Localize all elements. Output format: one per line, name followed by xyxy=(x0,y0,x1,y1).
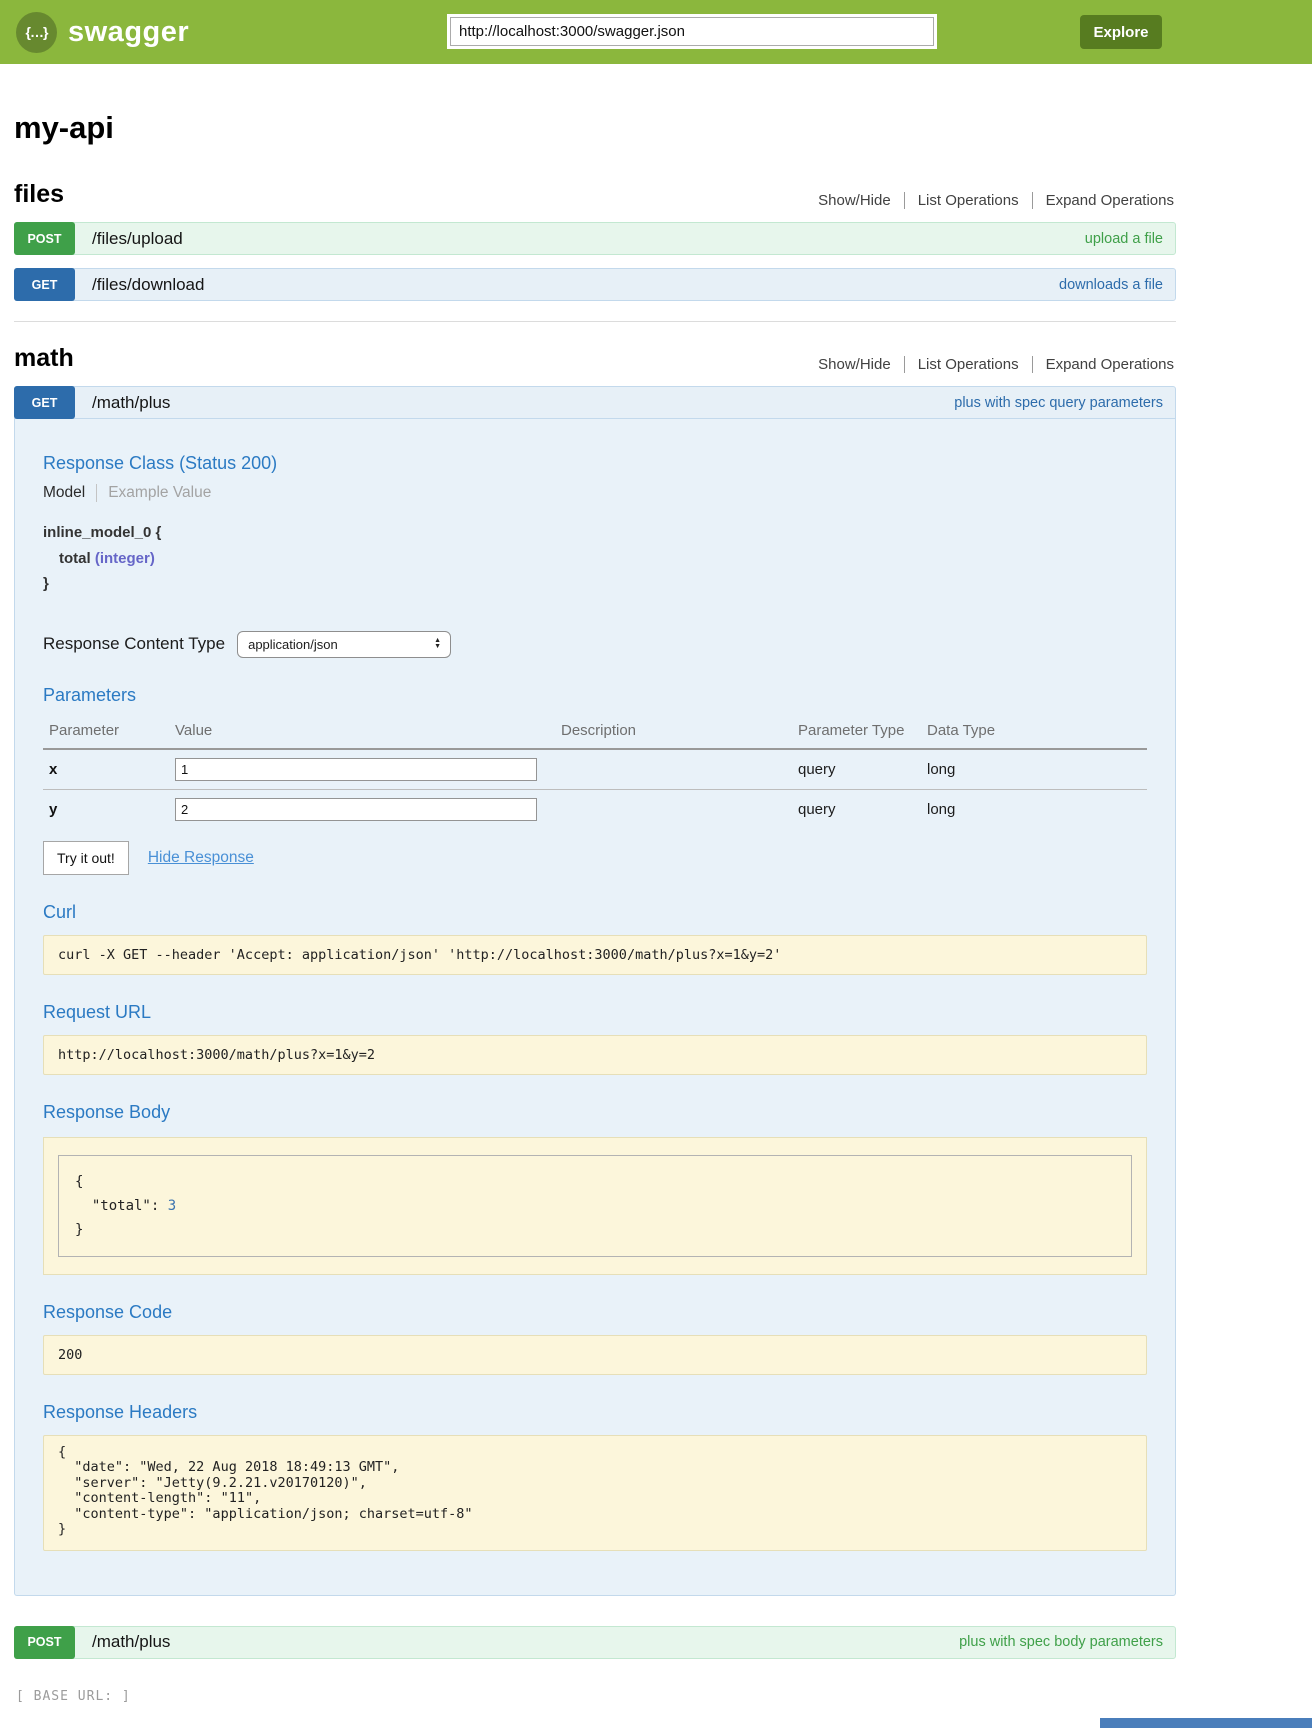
endpoint-row-files-download[interactable]: GET /files/download downloads a file xyxy=(14,268,1176,301)
parameter-type: query xyxy=(798,801,927,818)
actions-row: Try it out! Hide Response xyxy=(43,841,1147,875)
col-description: Description xyxy=(561,722,798,739)
operation-panel: Response Class (Status 200) Model Exampl… xyxy=(14,419,1176,1596)
parameter-type: query xyxy=(798,761,927,778)
data-type: long xyxy=(927,801,1147,818)
spec-url-field-wrap xyxy=(447,14,937,49)
col-value: Value xyxy=(175,722,561,739)
files-section-header: files Show/Hide List Operations Expand O… xyxy=(14,180,1176,209)
curl-command-block: curl -X GET --header 'Accept: applicatio… xyxy=(43,935,1147,975)
response-headers-block: { "date": "Wed, 22 Aug 2018 18:49:13 GMT… xyxy=(43,1435,1147,1551)
explore-button[interactable]: Explore xyxy=(1080,15,1162,49)
endpoint-summary-link[interactable]: upload a file xyxy=(1085,231,1163,247)
swagger-braces-icon: {…} xyxy=(16,12,57,53)
response-code-section: Response Code 200 xyxy=(43,1302,1147,1375)
endpoint-row-math-plus-post[interactable]: POST /math/plus plus with spec body para… xyxy=(14,1626,1176,1659)
request-url-heading: Request URL xyxy=(43,1002,1147,1023)
response-body-section: Response Body { "total": 3 } xyxy=(43,1102,1147,1275)
tab-model[interactable]: Model xyxy=(43,484,97,502)
request-url-section: Request URL http://localhost:3000/math/p… xyxy=(43,1002,1147,1075)
selected-content-type: application/json xyxy=(248,637,338,652)
model-signature: inline_model_0 { total (integer) } xyxy=(43,520,1147,597)
header-bar: {…} swagger Explore xyxy=(0,0,1312,64)
try-it-out-button[interactable]: Try it out! xyxy=(43,841,129,875)
main-content: my-api files Show/Hide List Operations E… xyxy=(14,110,1176,1704)
response-body-heading: Response Body xyxy=(43,1102,1147,1123)
response-code-heading: Response Code xyxy=(43,1302,1147,1323)
endpoint-path-link[interactable]: /math/plus xyxy=(92,1632,170,1652)
list-operations-link[interactable]: List Operations xyxy=(904,192,1032,209)
endpoint-summary-link[interactable]: downloads a file xyxy=(1059,277,1163,293)
section-files: files Show/Hide List Operations Expand O… xyxy=(14,180,1176,301)
parameter-x-input[interactable] xyxy=(175,758,537,781)
model-close-line: } xyxy=(43,571,1147,597)
endpoint-summary-link[interactable]: plus with spec body parameters xyxy=(959,1634,1163,1650)
endpoint-path-link[interactable]: /files/download xyxy=(92,275,204,295)
get-method-badge: GET xyxy=(14,386,75,419)
parameter-y-input[interactable] xyxy=(175,798,537,821)
math-section-controls: Show/Hide List Operations Expand Operati… xyxy=(805,356,1176,373)
parameter-name: x xyxy=(49,761,175,778)
parameter-row-x: x query long xyxy=(43,750,1147,790)
endpoint-summary-link[interactable]: plus with spec query parameters xyxy=(954,395,1163,411)
math-section-header: math Show/Hide List Operations Expand Op… xyxy=(14,344,1176,373)
api-title: my-api xyxy=(14,110,1176,146)
col-parameter: Parameter xyxy=(49,722,175,739)
response-body-outer: { "total": 3 } xyxy=(43,1137,1147,1275)
endpoint-row-files-upload[interactable]: POST /files/upload upload a file xyxy=(14,222,1176,255)
property-type: (integer) xyxy=(95,550,155,567)
post-method-badge: POST xyxy=(14,222,75,255)
section-math: math Show/Hide List Operations Expand Op… xyxy=(14,344,1176,1659)
files-section-controls: Show/Hide List Operations Expand Operati… xyxy=(805,192,1176,209)
response-class-heading: Response Class (Status 200) xyxy=(43,453,1147,474)
parameters-table: Parameter Value Description Parameter Ty… xyxy=(43,718,1147,829)
model-property-line: total (integer) xyxy=(43,546,1147,572)
col-parameter-type: Parameter Type xyxy=(798,722,927,739)
endpoint-path-link[interactable]: /files/upload xyxy=(92,229,183,249)
curl-section: Curl curl -X GET --header 'Accept: appli… xyxy=(43,902,1147,975)
hide-response-link[interactable]: Hide Response xyxy=(148,849,254,867)
response-content-type-row: Response Content Type application/json ▲… xyxy=(43,631,1147,658)
response-content-type-select[interactable]: application/json ▲▼ xyxy=(237,631,451,658)
post-method-badge: POST xyxy=(14,1626,75,1659)
model-tabs: Model Example Value xyxy=(43,484,1147,502)
response-code-block: 200 xyxy=(43,1335,1147,1375)
get-method-badge: GET xyxy=(14,268,75,301)
parameters-heading: Parameters xyxy=(43,685,1147,706)
bottom-blue-bar xyxy=(1100,1718,1312,1728)
endpoint-row-math-plus-get[interactable]: GET /math/plus plus with spec query para… xyxy=(14,386,1176,419)
endpoint-path-link[interactable]: /math/plus xyxy=(92,393,170,413)
property-name: total xyxy=(59,550,91,567)
data-type: long xyxy=(927,761,1147,778)
brand-title: swagger xyxy=(68,16,189,49)
json-number-value: 3 xyxy=(168,1198,176,1214)
tab-example-value[interactable]: Example Value xyxy=(97,484,211,502)
response-content-type-label: Response Content Type xyxy=(43,634,225,654)
select-arrows-icon: ▲▼ xyxy=(434,638,441,650)
files-section-title: files xyxy=(14,180,64,209)
response-body-json: { "total": 3 } xyxy=(58,1155,1132,1257)
parameter-row-y: y query long xyxy=(43,790,1147,829)
list-operations-link[interactable]: List Operations xyxy=(904,356,1032,373)
col-data-type: Data Type xyxy=(927,722,1147,739)
swagger-logo[interactable]: {…} swagger xyxy=(16,12,189,53)
model-open-line: inline_model_0 { xyxy=(43,520,1147,546)
show-hide-link[interactable]: Show/Hide xyxy=(805,356,904,373)
expand-operations-link[interactable]: Expand Operations xyxy=(1032,356,1176,373)
spec-url-input[interactable] xyxy=(450,17,934,46)
expand-operations-link[interactable]: Expand Operations xyxy=(1032,192,1176,209)
parameters-table-header: Parameter Value Description Parameter Ty… xyxy=(43,718,1147,750)
response-headers-heading: Response Headers xyxy=(43,1402,1147,1423)
json-prefix: { "total": xyxy=(75,1174,168,1214)
parameter-name: y xyxy=(49,801,175,818)
show-hide-link[interactable]: Show/Hide xyxy=(805,192,904,209)
math-section-title: math xyxy=(14,344,74,373)
response-headers-section: Response Headers { "date": "Wed, 22 Aug … xyxy=(43,1402,1147,1551)
section-divider xyxy=(14,321,1176,322)
request-url-block: http://localhost:3000/math/plus?x=1&y=2 xyxy=(43,1035,1147,1075)
parameters-section: Parameters Parameter Value Description P… xyxy=(43,685,1147,829)
base-url-footer: [ BASE URL: ] xyxy=(16,1689,1176,1704)
curl-heading: Curl xyxy=(43,902,1147,923)
json-suffix: } xyxy=(75,1222,83,1238)
